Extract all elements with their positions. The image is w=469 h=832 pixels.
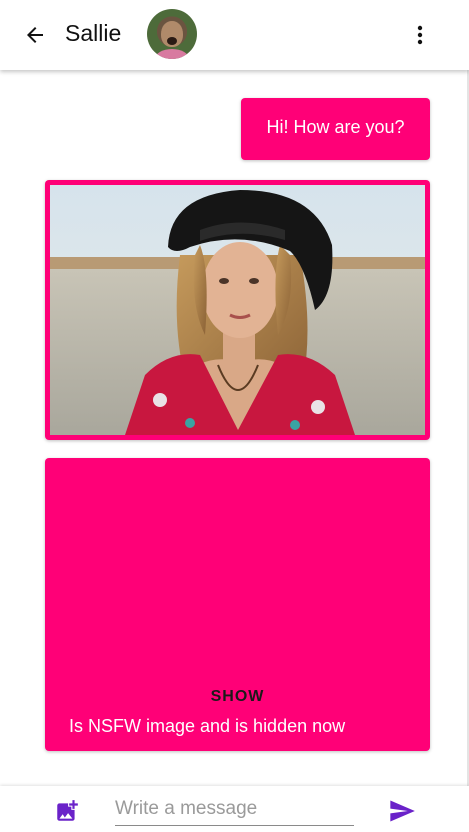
send-button[interactable] — [385, 795, 419, 827]
message-composer — [0, 786, 469, 832]
hidden-image-bubble: SHOW Is NSFW image and is hidden now — [45, 458, 430, 751]
send-icon — [390, 800, 415, 822]
back-button[interactable] — [17, 17, 53, 53]
app-bar: Sallie — [0, 0, 469, 70]
chat-title: Sallie — [65, 20, 122, 46]
photo-image — [50, 185, 425, 435]
more-options-button[interactable] — [404, 17, 436, 53]
show-image-button[interactable]: SHOW — [45, 684, 430, 710]
message-input[interactable] — [115, 792, 354, 826]
attach-image-button[interactable] — [52, 796, 82, 826]
contact-avatar[interactable] — [147, 9, 197, 59]
nsfw-hidden-notice: Is NSFW image and is hidden now — [69, 716, 346, 736]
more-vert-icon — [417, 25, 423, 45]
arrow-back-icon — [27, 27, 43, 43]
add-photo-icon — [57, 800, 78, 821]
image-message-bubble[interactable] — [45, 180, 430, 440]
message-bubble-outgoing[interactable]: Hi! How are you? — [241, 98, 430, 160]
